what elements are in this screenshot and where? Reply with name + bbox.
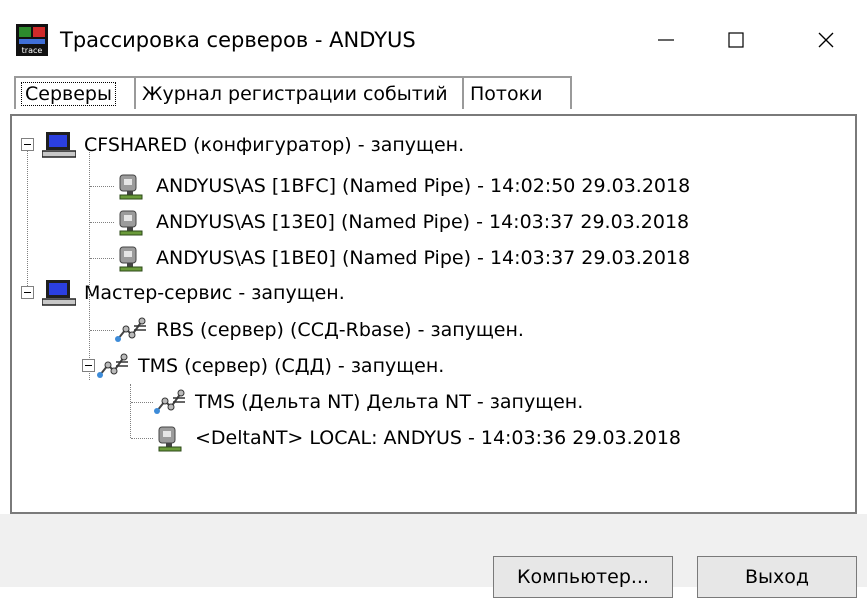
tree-item[interactable]: <DeltaNT> LOCAL: ANDYUS - 14:03:36 29.03… [153, 420, 681, 456]
exit-button[interactable]: Выход [697, 556, 857, 598]
minimize-icon[interactable] [643, 22, 689, 58]
tree-item[interactable]: TMS (Дельта NT) Дельта NT - запущен. [153, 384, 583, 420]
tree-item[interactable]: ANDYUS\AS [1BE0] (Named Pipe) - 14:03:37… [114, 240, 690, 276]
trace-app-icon: trace [16, 24, 48, 56]
servers-tree[interactable]: CFSHARED (конфигуратор) - запущен. ANDYU… [10, 114, 857, 514]
computer-icon [42, 280, 76, 306]
tab-threads[interactable]: Потоки [464, 76, 572, 109]
tree-item[interactable]: Мастер-сервис - запущен. [42, 275, 345, 311]
button-bar: Компьютер... Выход [0, 514, 867, 598]
maximize-icon[interactable] [713, 22, 759, 58]
computer-button[interactable]: Компьютер... [493, 556, 673, 598]
expander-cfshared[interactable] [21, 138, 34, 151]
network-service-icon [115, 317, 146, 342]
user-session-icon [158, 426, 182, 452]
network-service-icon [97, 353, 128, 378]
expander-master-service[interactable] [21, 286, 34, 299]
title-bar: trace Трассировка серверов - ANDYUS [0, 0, 867, 62]
user-session-icon [119, 246, 143, 272]
tree-item[interactable]: CFSHARED (конфигуратор) - запущен. [42, 127, 464, 163]
tree-item[interactable]: RBS (сервер) (ССД-Rbase) - запущен. [114, 312, 524, 348]
tree-item[interactable]: ANDYUS\AS [1BFC] (Named Pipe) - 14:02:50… [114, 168, 690, 204]
computer-icon [42, 132, 76, 158]
user-session-icon [119, 174, 143, 200]
user-session-icon [119, 210, 143, 236]
tree-item[interactable]: TMS (сервер) (СДД) - запущен. [96, 348, 444, 384]
tab-servers[interactable]: Серверы [14, 76, 136, 109]
expander-tms-server[interactable] [82, 359, 95, 372]
close-icon[interactable] [803, 22, 849, 58]
window-title: Трассировка серверов - ANDYUS [60, 28, 416, 52]
network-service-icon [154, 389, 185, 414]
tree-item[interactable]: ANDYUS\AS [13E0] (Named Pipe) - 14:03:37… [114, 204, 689, 240]
tab-event-log[interactable]: Журнал регистрации событий [136, 76, 464, 109]
